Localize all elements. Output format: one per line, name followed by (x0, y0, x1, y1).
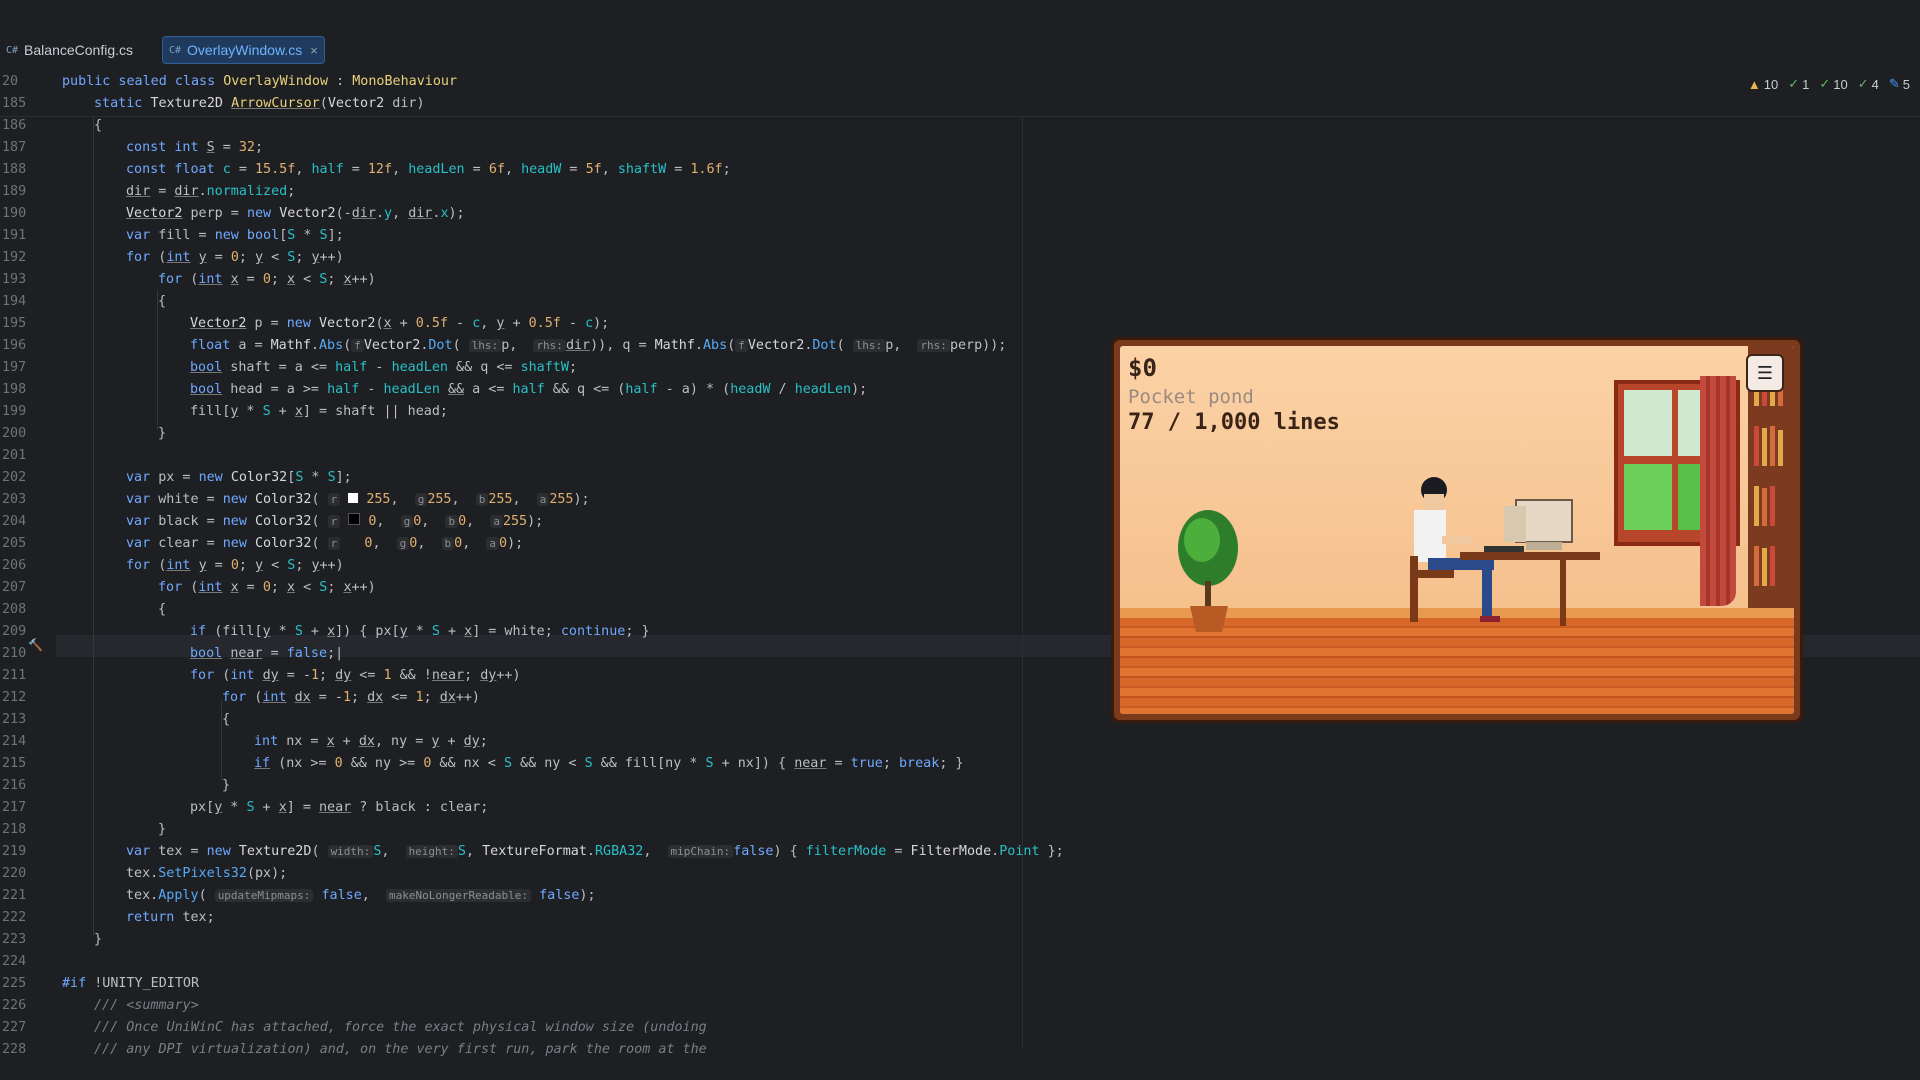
line-number: 220 (2, 866, 27, 881)
indent-guide (93, 116, 94, 936)
line-number: 207 (2, 580, 27, 595)
line-number: 199 (2, 404, 27, 419)
lines-progress: 77 / 1,000 lines (1128, 410, 1340, 435)
line-number: 186 (2, 118, 27, 133)
hamburger-icon[interactable]: ☰ (1746, 354, 1784, 392)
line-number: 200 (2, 426, 27, 441)
sticky-line-class: 20 public sealed class OverlayWindow : Mo… (2, 74, 458, 89)
inspection-widget[interactable]: ▲ 10 ✓ 1 ✓ 10 ✓ 4 ✎ 5 (1748, 76, 1910, 92)
warning-count: ▲ 10 (1747, 76, 1779, 92)
person-at-desk-illustration (1410, 477, 1600, 626)
line-number: 221 (2, 888, 27, 903)
line-number: 201 (2, 448, 27, 463)
money-counter: $0 (1128, 354, 1157, 382)
tab-overlaywindow[interactable]: C# OverlayWindow.cs × (162, 36, 325, 64)
curtain (1700, 376, 1736, 606)
pixel-room-scene: $0 Pocket pond 77 / 1,000 lines ☰ (1120, 346, 1794, 714)
line-number: 214 (2, 734, 27, 749)
typo-count: ✓ 4 (1857, 76, 1879, 92)
close-tab-icon[interactable]: × (310, 43, 318, 58)
line-number: 218 (2, 822, 27, 837)
line-number: 187 (2, 140, 27, 155)
line-number: 202 (2, 470, 27, 485)
line-number: 196 (2, 338, 27, 353)
tab-balanceconfig[interactable]: C# BalanceConfig.cs (0, 36, 139, 64)
line-number: 219 (2, 844, 27, 859)
line-number: 189 (2, 184, 27, 199)
right-margin-guide (1022, 116, 1023, 1048)
weak-warning-count: ✓ 10 (1819, 76, 1848, 92)
check-icon: ✓ (1788, 76, 1800, 91)
line-number: 204 (2, 514, 27, 529)
line-number: 216 (2, 778, 27, 793)
line-number: 192 (2, 250, 27, 265)
csharp-file-icon: C# (6, 44, 19, 56)
line-number: 228 (2, 1042, 27, 1057)
line-number: 193 (2, 272, 27, 287)
line-number: 205 (2, 536, 27, 551)
line-number: 208 (2, 602, 27, 617)
line-number: 215 (2, 756, 27, 771)
check-icon: ✓ (1857, 76, 1869, 91)
line-number: 212 (2, 690, 27, 705)
line-number: 227 (2, 1020, 27, 1035)
line-number: 217 (2, 800, 27, 815)
potted-plant-illustration (1178, 510, 1238, 632)
location-label: Pocket pond (1128, 386, 1254, 408)
line-number: 209 (2, 624, 27, 639)
edits-count: ✎ 5 (1888, 76, 1910, 92)
tab-label: OverlayWindow.cs (187, 42, 303, 58)
tab-label: BalanceConfig.cs (24, 42, 133, 58)
line-number: 210 (2, 646, 27, 661)
line-number: 211 (2, 668, 27, 683)
warning-icon: ▲ (1747, 76, 1761, 92)
overlay-window[interactable]: $0 Pocket pond 77 / 1,000 lines ☰ (1114, 340, 1800, 720)
line-number: 225 (2, 976, 27, 991)
csharp-file-icon: C# (169, 44, 182, 56)
tab-bar: C# BalanceConfig.cs C# OverlayWindow.cs … (0, 0, 1920, 72)
line-number: 203 (2, 492, 27, 507)
line-number: 195 (2, 316, 27, 331)
line-number: 198 (2, 382, 27, 397)
line-number: 206 (2, 558, 27, 573)
line-number: 213 (2, 712, 27, 727)
line-number: 190 (2, 206, 27, 221)
line-number: 188 (2, 162, 27, 177)
check-icon: ✓ (1819, 76, 1831, 91)
line-number: 222 (2, 910, 27, 925)
sticky-line-method: 185 static Texture2D ArrowCursor(Vector2 … (2, 96, 425, 111)
line-number: 194 (2, 294, 27, 309)
line-number: 223 (2, 932, 27, 947)
hammer-icon[interactable]: 🔨 (28, 638, 43, 652)
line-number: 226 (2, 998, 27, 1013)
pencil-icon: ✎ (1888, 76, 1900, 91)
line-number: 224 (2, 954, 27, 969)
line-number: 191 (2, 228, 27, 243)
line-number: 197 (2, 360, 27, 375)
ok-count: ✓ 1 (1788, 76, 1810, 92)
